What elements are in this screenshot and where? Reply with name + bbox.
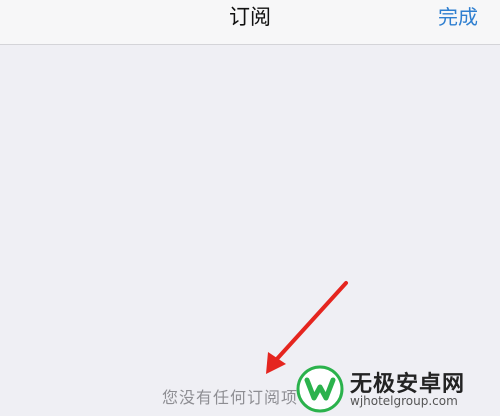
red-arrow-annotation: [266, 281, 348, 374]
empty-state-message: 您没有任何订阅项: [162, 388, 299, 407]
watermark: 无极安卓网 wjhotelgroup.com: [296, 364, 494, 414]
watermark-url: wjhotelgroup.com: [350, 394, 458, 408]
watermark-logo-icon: [296, 365, 344, 413]
